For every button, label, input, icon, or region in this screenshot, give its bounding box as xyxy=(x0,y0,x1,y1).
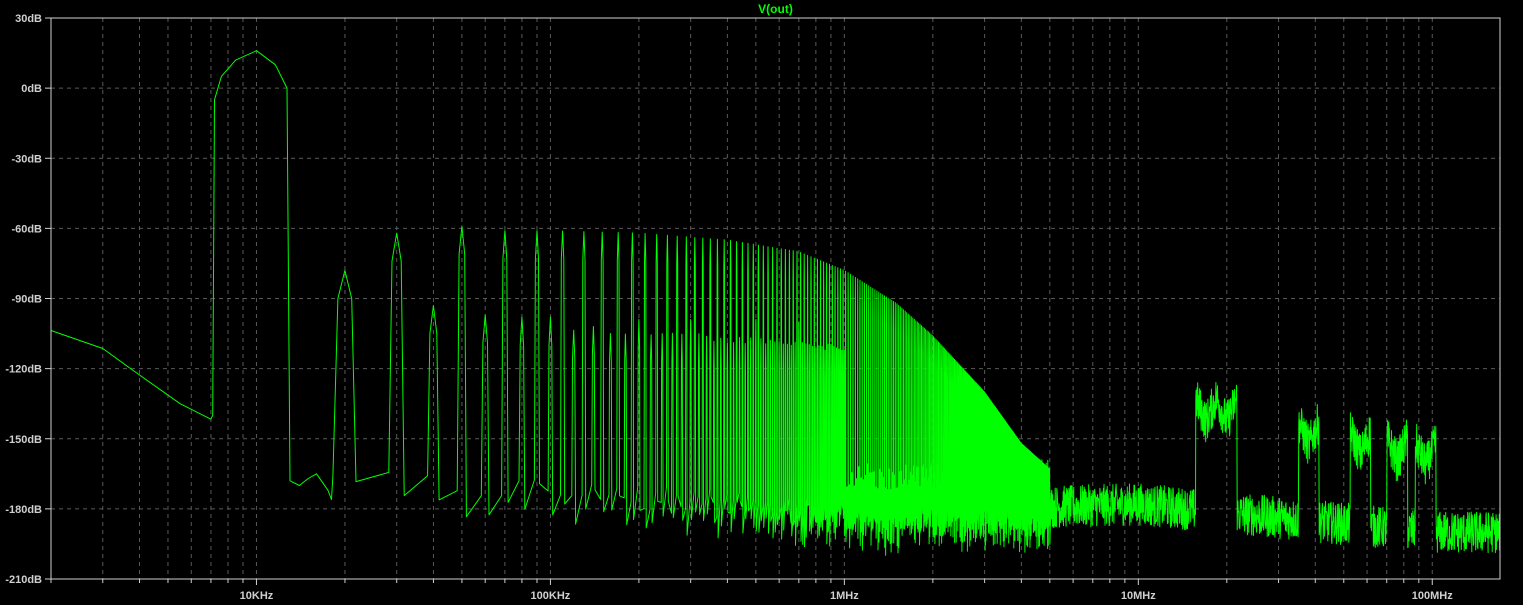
trace-title[interactable]: V(out) xyxy=(758,2,793,16)
y-tick-label: -150dB xyxy=(5,434,42,446)
x-tick-label: 100KHz xyxy=(531,590,571,602)
trace-v-out xyxy=(50,50,1501,556)
x-tick-labels: 10KHz 100KHz 1MHz 10MHz 100MHz xyxy=(240,590,1454,602)
y-tick-label: -60dB xyxy=(11,223,42,235)
x-tick-label: 1MHz xyxy=(830,590,859,602)
y-tick-label: -90dB xyxy=(11,294,42,306)
y-tick-label: 0dB xyxy=(21,83,42,95)
y-tick-label: 30dB xyxy=(15,13,42,25)
y-tick-labels: 30dB 0dB -30dB -60dB -90dB -120dB -150dB -180dB… xyxy=(5,13,51,586)
y-tick-label: -180dB xyxy=(5,504,42,516)
y-tick-label: -120dB xyxy=(5,364,42,376)
x-tick-label: 10KHz xyxy=(240,590,274,602)
spectrum-plot: 30dB 0dB -30dB -60dB -90dB -120dB -150dB -180dB… xyxy=(5,2,1501,602)
y-tick-label: -210dB xyxy=(5,574,42,586)
x-tick-label: 100MHz xyxy=(1412,590,1453,602)
y-tick-label: -30dB xyxy=(11,153,42,165)
x-tick-label: 10MHz xyxy=(1121,590,1156,602)
trace-line xyxy=(50,50,1501,556)
